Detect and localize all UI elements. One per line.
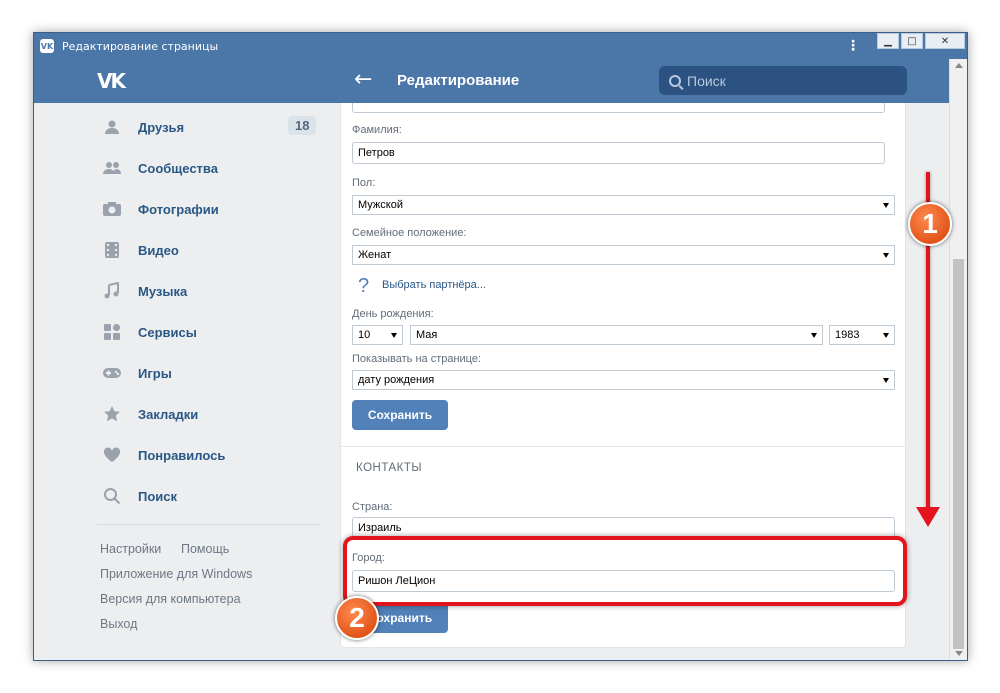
scroll-down-arrow-icon[interactable] <box>955 651 963 656</box>
sidebar-item-label: Сервисы <box>138 324 197 340</box>
search-icon <box>669 74 681 87</box>
step-marker-1: 1 <box>908 202 952 246</box>
camera-icon <box>102 199 122 219</box>
marital-status-label: Семейное положение: <box>352 227 467 239</box>
sidebar-item-music[interactable]: Музыка <box>94 277 324 305</box>
sidebar-item-search[interactable]: Поиск <box>94 482 324 510</box>
gender-label: Пол: <box>352 177 376 189</box>
sidebar-item-label: Игры <box>138 365 172 381</box>
scrollbar[interactable] <box>949 59 967 660</box>
search-placeholder: Поиск <box>687 72 726 89</box>
sidebar-divider <box>97 524 321 525</box>
sidebar-item-photos[interactable]: Фотографии <box>94 195 324 223</box>
sidebar-item-video[interactable]: Видео <box>94 236 324 264</box>
vk-logo[interactable]: VK <box>97 69 126 93</box>
window-controls: ▁ □ ✕ <box>877 33 965 49</box>
sidebar-item-label: Музыка <box>138 283 188 299</box>
gender-select[interactable]: Мужской <box>352 195 895 215</box>
marital-status-select[interactable]: Женат <box>352 245 895 265</box>
sidebar-item-liked[interactable]: Понравилось <box>94 441 324 469</box>
search-input[interactable]: Поиск <box>659 66 907 95</box>
birth-month-value: Мая <box>416 329 438 341</box>
dropdown-arrow-icon <box>883 203 889 208</box>
sidebar-item-bookmarks[interactable]: Закладки <box>94 400 324 428</box>
sidebar-item-label: Фотографии <box>138 201 219 217</box>
surname-field[interactable]: Петров <box>352 142 885 164</box>
sidebar-item-label: Поиск <box>138 488 178 504</box>
gamepad-icon <box>102 363 122 383</box>
kebab-menu-icon[interactable]: ⋮ <box>846 38 860 54</box>
dropdown-arrow-icon <box>883 253 889 258</box>
logout-link[interactable]: Выход <box>100 617 137 631</box>
sidebar-item-services[interactable]: Сервисы <box>94 318 324 346</box>
sidebar-item-label: Сообщества <box>138 160 218 176</box>
contacts-section-title: КОНТАКТЫ <box>356 462 423 474</box>
birth-month-select[interactable]: Мая <box>410 325 823 345</box>
dropdown-arrow-icon <box>883 378 889 383</box>
birth-year-select[interactable]: 1983 <box>829 325 895 345</box>
sidebar-item-label: Друзья <box>138 119 185 135</box>
close-button[interactable]: ✕ <box>925 33 965 49</box>
app-header: VK ← Редактирование Поиск <box>34 59 949 103</box>
windows-app-link[interactable]: Приложение для Windows <box>100 567 252 581</box>
scroll-thumb[interactable] <box>953 259 964 649</box>
help-link[interactable]: Помощь <box>181 542 229 556</box>
vk-app-icon: VK <box>40 39 54 53</box>
minimize-button[interactable]: ▁ <box>877 33 899 49</box>
question-icon: ? <box>358 275 370 297</box>
desktop-version-link[interactable]: Версия для компьютера <box>100 592 241 606</box>
music-note-icon <box>102 281 122 301</box>
city-field-highlight <box>343 536 907 606</box>
dropdown-arrow-icon <box>883 333 889 338</box>
back-arrow-icon[interactable]: ← <box>354 67 372 92</box>
sidebar-item-label: Видео <box>138 242 179 258</box>
birthday-label: День рождения: <box>352 308 434 320</box>
heart-icon <box>102 445 122 465</box>
film-icon <box>102 240 122 260</box>
step-marker-2: 2 <box>335 596 379 640</box>
choose-partner-link[interactable]: Выбрать партнёра... <box>382 279 486 291</box>
sidebar-item-games[interactable]: Игры <box>94 359 324 387</box>
birth-year-value: 1983 <box>835 329 860 341</box>
sidebar-item-label: Понравилось <box>138 447 226 463</box>
save-button[interactable]: Сохранить <box>352 400 448 430</box>
annotation-arrow-head-icon <box>916 507 940 527</box>
show-birthday-value: дату рождения <box>358 374 435 386</box>
birth-day-value: 10 <box>358 329 371 341</box>
friends-count-badge: 18 <box>288 116 317 135</box>
show-birthday-select[interactable]: дату рождения <box>352 370 895 390</box>
sidebar-item-communities[interactable]: Сообщества <box>94 154 324 182</box>
window-title: Редактирование страницы <box>62 39 219 53</box>
first-name-field[interactable] <box>352 103 885 113</box>
sidebar-item-label: Закладки <box>138 406 199 422</box>
maximize-button[interactable]: □ <box>901 33 923 49</box>
settings-link[interactable]: Настройки <box>100 542 161 556</box>
birth-day-select[interactable]: 10 <box>352 325 403 345</box>
gender-value: Мужской <box>358 199 403 211</box>
person-icon <box>102 117 122 137</box>
dropdown-arrow-icon <box>811 333 817 338</box>
search-icon <box>102 486 122 506</box>
show-on-page-label: Показывать на странице: <box>352 353 482 365</box>
page-title: Редактирование <box>397 72 520 89</box>
scroll-up-arrow-icon[interactable] <box>955 63 963 68</box>
country-label: Страна: <box>352 501 393 513</box>
grid-icon <box>102 322 122 342</box>
marital-status-value: Женат <box>358 249 392 261</box>
surname-label: Фамилия: <box>352 124 402 136</box>
star-icon <box>102 404 122 424</box>
people-icon <box>102 158 122 178</box>
sidebar-item-friends[interactable]: Друзья 18 <box>94 113 324 141</box>
section-divider <box>341 446 905 447</box>
title-bar: VK Редактирование страницы ⋮ ▁ □ ✕ <box>34 33 967 59</box>
dropdown-arrow-icon <box>391 333 397 338</box>
